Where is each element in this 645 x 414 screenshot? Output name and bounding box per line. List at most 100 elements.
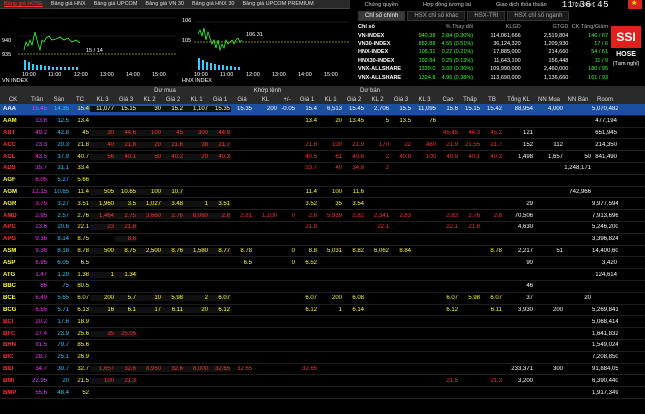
secondary-nav-item[interactable]: Chứng quyền xyxy=(365,2,398,8)
column-header[interactable]: NN Bán xyxy=(564,97,592,103)
ticker-symbol[interactable]: AGR xyxy=(0,201,26,207)
column-header[interactable]: Giá 2 xyxy=(343,97,365,103)
table-row[interactable]: ASP 6.95 6.05 6.5 6.5 0 6.52 90 3,420 xyxy=(0,257,645,270)
table-row[interactable]: AMD 2.95 2.57 2.76 1,464 2.75 3,660 2.76 8,060 2.… xyxy=(0,210,645,222)
table-row[interactable]: APG 9.36 8.14 8.75 8.6 3,396,824 xyxy=(0,234,645,246)
table-row[interactable]: AGM 12.15 10.65 11.4 505 10.65 100 10.7 11.4 100 1… xyxy=(0,187,645,199)
column-header[interactable]: Giá 2 xyxy=(162,97,184,103)
tab-main-index[interactable]: Chỉ số chính xyxy=(358,11,406,21)
table-row[interactable]: BID 34.7 30.7 32.7 1,657 32.6 8,950 32.6 8,000 32… xyxy=(0,364,645,376)
exchange-tab[interactable]: Bảng giá HOSE xyxy=(0,1,47,7)
column-header[interactable]: Tổng KL xyxy=(503,97,534,103)
exchange-tab[interactable]: Bảng giá HNX 30 xyxy=(188,1,239,7)
table-row[interactable]: APC 23.6 20.6 22.1 23 21.8 21.8 22.1 22.1 21.8 4,6… xyxy=(0,222,645,234)
cell: 26.9 xyxy=(77,354,89,361)
ticker-symbol[interactable]: AMD xyxy=(0,213,26,219)
column-header[interactable]: NN Mua xyxy=(534,97,564,103)
ticker-symbol[interactable]: ACC xyxy=(0,142,26,148)
table-row[interactable]: BBC 86 75 80.5 46 xyxy=(0,281,645,293)
index-row[interactable]: VNX-ALLSHARE 1339.0 3.93 (0.30%) 109,990,00… xyxy=(358,65,608,73)
ticker-symbol[interactable]: BCE xyxy=(0,295,26,301)
index-row[interactable]: HNX-INDEX 106.31 0.22 (0.21%) 17,885,000 214… xyxy=(358,48,608,56)
table-row[interactable]: BFC 27.4 23.9 25.6 35 25.05 1,641,832 xyxy=(0,328,645,340)
ticker-symbol[interactable]: BBC xyxy=(0,283,26,289)
table-row[interactable]: BHN 91.5 79.7 85.6 1,549,024 xyxy=(0,340,645,352)
table-row[interactable]: ATG 1.47 1.29 1.38 1 1.34 124,614 xyxy=(0,269,645,281)
table-row[interactable]: ADS 35.7 31.1 33.4 33.7 40 34.8 2 1,248,171 xyxy=(0,163,645,175)
column-header[interactable]: TC xyxy=(70,97,90,103)
exchange-tab[interactable]: Bảng giá VN 30 xyxy=(141,1,188,7)
column-header[interactable]: Sàn xyxy=(48,97,70,103)
tab-hsx-sector[interactable]: HSX chỉ số ngành xyxy=(507,11,570,21)
table-row[interactable]: AAA 15.45 14.35 15.4 11,077 15.15 30 15.2 1,107 1… xyxy=(0,104,645,116)
column-header[interactable]: +/- xyxy=(278,97,296,103)
column-header[interactable]: Giá 1 xyxy=(296,97,318,103)
tab-hsx-tri[interactable]: HSX-TRI xyxy=(467,11,506,21)
table-row[interactable]: AAM 13.8 12.5 13.4 13.4 20 13.45 5 13.5 76 477,194 xyxy=(0,116,645,128)
ticker-symbol[interactable]: BCG xyxy=(0,307,26,313)
ticker-symbol[interactable]: BMP xyxy=(0,390,26,396)
tab-hsx-other[interactable]: HSX chỉ số khác xyxy=(407,11,466,21)
ticker-symbol[interactable]: AGF xyxy=(0,177,26,183)
ticker-symbol[interactable]: BCI xyxy=(0,319,26,325)
column-header[interactable]: KL 1 xyxy=(184,97,209,103)
ticker-symbol[interactable]: APC xyxy=(0,224,26,230)
table-row[interactable]: BMI 22.95 20 21.5 100 21.3 21.5 21.3 3,200 6,390,… xyxy=(0,375,645,388)
table-row[interactable]: AGR 3.75 3.27 3.51 1,960 3.5 1,027 3.48 1 3.51 3.5… xyxy=(0,198,645,211)
table-row[interactable]: ABT 49.2 42.8 45 30 44.6 100 45 300 44.9 45.45 44.3… xyxy=(0,128,645,140)
table-row[interactable]: AGF 6.05 5.27 5.66 xyxy=(0,175,645,187)
ticker-symbol[interactable]: AAM xyxy=(0,118,26,124)
ticker-symbol[interactable]: ACL xyxy=(0,154,26,160)
ticker-symbol[interactable]: ABT xyxy=(0,130,26,136)
table-row[interactable]: ACL 43.5 37.9 40.7 56 40.1 50 40.2 20 40.3 40.5 61 4… xyxy=(0,151,645,163)
ticker-symbol[interactable]: AGM xyxy=(0,189,26,195)
column-header[interactable]: Giá xyxy=(231,97,253,103)
ticker-symbol[interactable]: BHN xyxy=(0,342,26,348)
exchange-tab[interactable]: Bảng giá UPCOM xyxy=(90,1,142,7)
index-row[interactable]: VNX-ALLSHARE 1324.8 4.96 (0.38%) 113,690,00… xyxy=(358,73,608,81)
table-row[interactable]: BCG 6.55 5.71 6.13 16 6.1 17 6.11 20 6.12 6.12 1 6.1… xyxy=(0,305,645,317)
table-row[interactable]: BCE 6.49 5.65 6.07 200 5.7 10 5.98 2 6.07 6.07 200 6… xyxy=(0,293,645,305)
column-header[interactable]: Thấp xyxy=(459,97,481,103)
table-row[interactable]: ACC 23.3 20.3 21.8 40 21.8 20 21.6 38 21.7 21.8 100… xyxy=(0,139,645,152)
ticker-symbol[interactable]: ADS xyxy=(0,165,26,171)
column-header[interactable]: KL xyxy=(253,97,278,103)
exchange-tab[interactable]: Bảng giá HNX xyxy=(47,1,90,7)
ticker-symbol[interactable]: ASM xyxy=(0,248,26,254)
column-header[interactable]: Giá 1 xyxy=(209,97,231,103)
index-row[interactable]: VN30-INDEX 882.88 4.55 (0.51%) 36,124,320 1,… xyxy=(358,40,608,48)
vietnam-flag-icon[interactable] xyxy=(628,0,642,9)
index-ud: 17 / 6 xyxy=(594,40,609,47)
column-header[interactable]: KL 3 xyxy=(412,97,437,103)
column-header[interactable]: Cao xyxy=(437,97,459,103)
hnx-index-chart[interactable]: 106 105 106.31 10:00 11:00 12:00 13:00 1… xyxy=(180,10,352,86)
exchange-tab[interactable]: Bảng giá UPCOM PREMIUM xyxy=(238,1,317,7)
index-row[interactable]: VN-INDEX 940.38 2.84 (0.30%) 114,061,666 2,5… xyxy=(358,31,608,39)
ticker-symbol[interactable]: APG xyxy=(0,236,26,242)
column-header[interactable]: KL 2 xyxy=(137,97,162,103)
column-header[interactable]: CK xyxy=(0,97,26,103)
column-header[interactable]: KL 1 xyxy=(318,97,343,103)
column-header[interactable]: TB xyxy=(481,97,503,103)
ticker-symbol[interactable]: ATG xyxy=(0,272,26,278)
secondary-nav-item[interactable]: Giao dịch thỏa thuận xyxy=(496,2,547,8)
index-row[interactable]: HNX30-INDEX 192.84 0.25 (0.13%) 11,643,100 1… xyxy=(358,57,608,65)
column-header[interactable]: Room xyxy=(592,97,618,103)
ticker-symbol[interactable]: BFC xyxy=(0,331,26,337)
column-header[interactable]: Giá 3 xyxy=(115,97,137,103)
ticker-symbol[interactable]: BID xyxy=(0,366,26,372)
column-header[interactable]: Trần xyxy=(26,97,48,103)
column-header[interactable]: KL 3 xyxy=(90,97,115,103)
ticker-symbol[interactable]: AAA xyxy=(0,106,26,112)
secondary-nav-item[interactable]: Hợp đồng tương lai xyxy=(423,2,471,8)
table-row[interactable]: BIC 28.7 25.1 26.9 7,208,850 xyxy=(0,352,645,364)
column-header[interactable]: Giá 3 xyxy=(390,97,412,103)
vn-index-chart[interactable]: 940 935 15 / 14 10:00 11:00 12:00 13:00 … xyxy=(0,10,178,86)
ticker-symbol[interactable]: BIC xyxy=(0,354,26,360)
table-row[interactable]: ASM 9.38 8.18 8.78 500 8.75 2,500 8.76 1,580 8.77… xyxy=(0,246,645,258)
ticker-symbol[interactable]: BMI xyxy=(0,378,26,384)
column-header[interactable]: KL 2 xyxy=(365,97,390,103)
table-row[interactable]: BCI 20.2 17.6 18.9 5,068,414 xyxy=(0,316,645,329)
table-row[interactable]: BMP 55.6 48.4 52 1,917,349 xyxy=(0,387,645,399)
ticker-symbol[interactable]: ASP xyxy=(0,260,26,266)
